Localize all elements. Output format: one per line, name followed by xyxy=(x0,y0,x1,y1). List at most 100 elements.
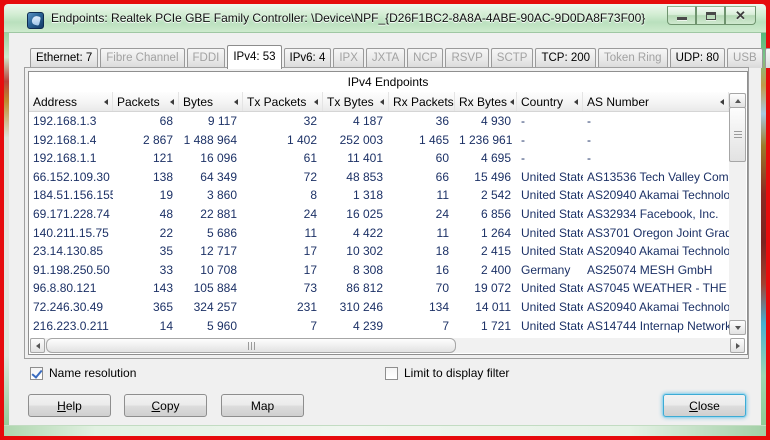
cell-tx-packets: 1 402 xyxy=(243,131,323,150)
cell-bytes: 64 349 xyxy=(179,168,243,187)
table-row[interactable]: 91.198.250.5033 10 70817 8 30816 2 400Ge… xyxy=(29,261,729,280)
cell-tx-bytes: 310 246 xyxy=(323,298,389,317)
cell-rx-bytes: 2 400 xyxy=(455,261,517,280)
close-button[interactable]: Close xyxy=(663,394,746,417)
cell-as-number: - xyxy=(583,131,729,150)
cell-tx-packets: 72 xyxy=(243,168,323,187)
column-header-label: Tx Bytes xyxy=(327,95,374,109)
tab-ethernet-7[interactable]: Ethernet: 7 xyxy=(30,48,98,68)
arrow-up-icon xyxy=(735,99,741,103)
checkbox-checked-icon xyxy=(30,367,43,380)
cell-tx-packets: 231 xyxy=(243,298,323,317)
cell-rx-bytes: 6 856 xyxy=(455,205,517,224)
table-row[interactable]: 140.211.15.7522 5 68611 4 42211 1 264Uni… xyxy=(29,224,729,243)
window-frame-bottom xyxy=(4,425,766,436)
vertical-scroll-thumb[interactable] xyxy=(729,107,746,162)
tab-rsvp: RSVP xyxy=(445,48,488,68)
cell-tx-bytes: 4 422 xyxy=(323,224,389,243)
cell-rx-bytes: 1 264 xyxy=(455,224,517,243)
maximize-button[interactable] xyxy=(696,6,725,25)
column-header-tx-bytes[interactable]: Tx Bytes xyxy=(323,92,389,111)
window-controls: ✕ xyxy=(667,6,756,25)
cell-rx-packets: 66 xyxy=(389,168,455,187)
scroll-left-button[interactable] xyxy=(30,338,45,353)
column-header-address[interactable]: Address xyxy=(29,92,113,111)
scroll-down-button[interactable] xyxy=(729,320,746,335)
sort-arrow-icon xyxy=(720,99,724,105)
tab-label: IPX xyxy=(339,52,358,64)
name-resolution-checkbox[interactable]: Name resolution xyxy=(30,365,136,381)
limit-display-filter-label: Limit to display filter xyxy=(404,366,509,380)
tab-ipv4-53[interactable]: IPv4: 53 xyxy=(227,45,281,69)
map-button[interactable]: Map xyxy=(221,394,304,417)
cell-tx-packets: 8 xyxy=(243,186,323,205)
copy-button[interactable]: Copy xyxy=(124,394,207,417)
table-row[interactable]: 192.168.1.1121 16 09661 11 40160 4 695- … xyxy=(29,149,729,168)
horizontal-scrollbar[interactable] xyxy=(30,338,745,353)
table-row[interactable]: 192.168.1.42 867 1 488 9641 402 252 0031… xyxy=(29,131,729,150)
tab-tcp-200[interactable]: TCP: 200 xyxy=(535,48,596,68)
cell-rx-bytes: 2 415 xyxy=(455,242,517,261)
column-header-bytes[interactable]: Bytes xyxy=(179,92,243,111)
table-row[interactable]: 184.51.156.15519 3 8608 1 31811 2 542Uni… xyxy=(29,186,729,205)
cell-tx-packets: 17 xyxy=(243,242,323,261)
vertical-scrollbar[interactable] xyxy=(729,93,746,335)
cell-tx-packets: 61 xyxy=(243,149,323,168)
cell-address: 216.223.0.211 xyxy=(29,317,113,336)
column-header-rx-packets[interactable]: Rx Packets xyxy=(389,92,455,111)
table-row[interactable]: 72.246.30.49365 324 257231 310 246134 14… xyxy=(29,298,729,317)
column-header-label: Bytes xyxy=(183,95,213,109)
column-header-as-number[interactable]: AS Number xyxy=(583,92,729,111)
cell-tx-bytes: 48 853 xyxy=(323,168,389,187)
table-row[interactable]: 66.152.109.30138 64 34972 48 85366 15 49… xyxy=(29,168,729,187)
arrow-down-icon xyxy=(735,326,741,330)
table-row[interactable]: 216.223.0.21114 5 9607 4 2397 1 721Unite… xyxy=(29,317,729,336)
tab-fibre-channel: Fibre Channel xyxy=(100,48,184,68)
cell-address: 192.168.1.4 xyxy=(29,131,113,150)
cell-packets: 22 xyxy=(113,224,179,243)
scroll-right-button[interactable] xyxy=(730,338,745,353)
sort-arrow-icon xyxy=(574,99,578,105)
sort-arrow-icon xyxy=(170,99,174,105)
horizontal-scroll-thumb[interactable] xyxy=(46,338,456,353)
table-row[interactable]: 96.8.80.121143 105 88473 86 81270 19 072… xyxy=(29,279,729,298)
column-header-packets[interactable]: Packets xyxy=(113,92,179,111)
cell-as-number: AS20940 Akamai Technolog xyxy=(583,186,729,205)
endpoints-dialog: Ethernet: 7Fibre ChannelFDDIIPv4: 53IPv6… xyxy=(9,33,761,425)
column-header-tx-packets[interactable]: Tx Packets xyxy=(243,92,323,111)
cell-country: - xyxy=(517,131,583,150)
cell-tx-bytes: 4 187 xyxy=(323,112,389,131)
cell-packets: 2 867 xyxy=(113,131,179,150)
list-title: IPv4 Endpoints xyxy=(29,72,747,92)
cell-country: - xyxy=(517,149,583,168)
tab-jxta: JXTA xyxy=(366,48,405,68)
cell-as-number: AS20940 Akamai Technolog xyxy=(583,298,729,317)
column-header-rx-bytes[interactable]: Rx Bytes xyxy=(455,92,517,111)
tab-label: RSVP xyxy=(451,52,482,64)
table-row[interactable]: 69.171.228.7448 22 88124 16 02524 6 856U… xyxy=(29,205,729,224)
limit-display-filter-checkbox[interactable]: Limit to display filter xyxy=(385,365,509,381)
cell-bytes: 10 708 xyxy=(179,261,243,280)
cell-packets: 138 xyxy=(113,168,179,187)
table-row[interactable]: 23.14.130.8535 12 71717 10 30218 2 415Un… xyxy=(29,242,729,261)
cell-bytes: 9 117 xyxy=(179,112,243,131)
cell-tx-packets: 73 xyxy=(243,279,323,298)
cell-country: United States xyxy=(517,242,583,261)
tab-ncp: NCP xyxy=(407,48,443,68)
cell-tx-bytes: 4 239 xyxy=(323,317,389,336)
minimize-button[interactable] xyxy=(667,6,696,25)
scroll-up-button[interactable] xyxy=(729,93,746,108)
cell-bytes: 5 960 xyxy=(179,317,243,336)
cell-tx-packets: 24 xyxy=(243,205,323,224)
tab-ipv6-4[interactable]: IPv6: 4 xyxy=(284,48,332,68)
column-header-country[interactable]: Country xyxy=(517,92,583,111)
tab-label: IPv4: 53 xyxy=(233,51,275,63)
column-header-label: Tx Packets xyxy=(247,95,306,109)
close-window-button[interactable]: ✕ xyxy=(725,6,756,25)
titlebar[interactable]: Endpoints: Realtek PCIe GBE Family Contr… xyxy=(4,4,766,33)
cell-bytes: 324 257 xyxy=(179,298,243,317)
tab-udp-80[interactable]: UDP: 80 xyxy=(670,48,725,68)
table-row[interactable]: 192.168.1.368 9 11732 4 18736 4 930- - xyxy=(29,112,729,131)
screenshot-border: Endpoints: Realtek PCIe GBE Family Contr… xyxy=(0,0,770,440)
help-button[interactable]: Help xyxy=(28,394,111,417)
